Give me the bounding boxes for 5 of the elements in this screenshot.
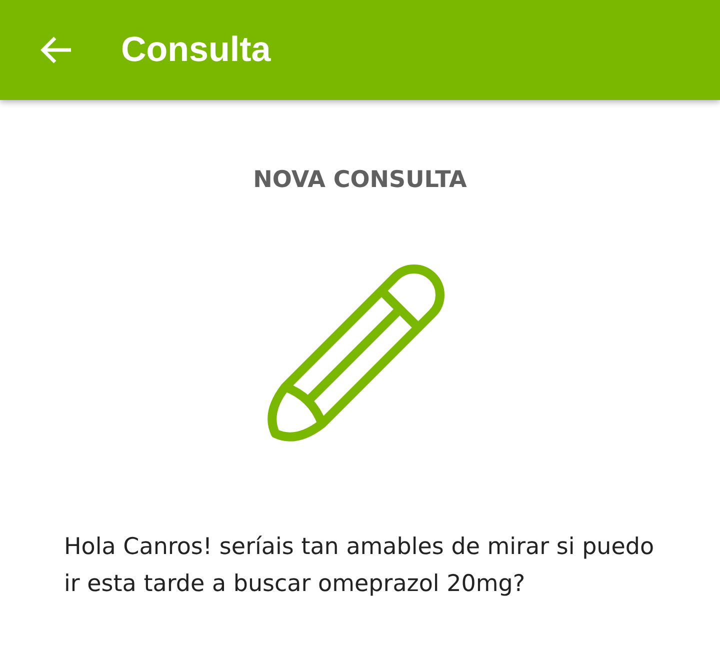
section-heading: NOVA CONSULTA (253, 167, 467, 193)
message-text: Hola Canros! seríais tan amables de mirar si puedo ir esta tarde a buscar omeprazol 20mg? (64, 533, 656, 599)
back-arrow-icon (39, 35, 73, 65)
pencil-icon (268, 264, 444, 442)
screen-title: Consulta (121, 30, 271, 70)
